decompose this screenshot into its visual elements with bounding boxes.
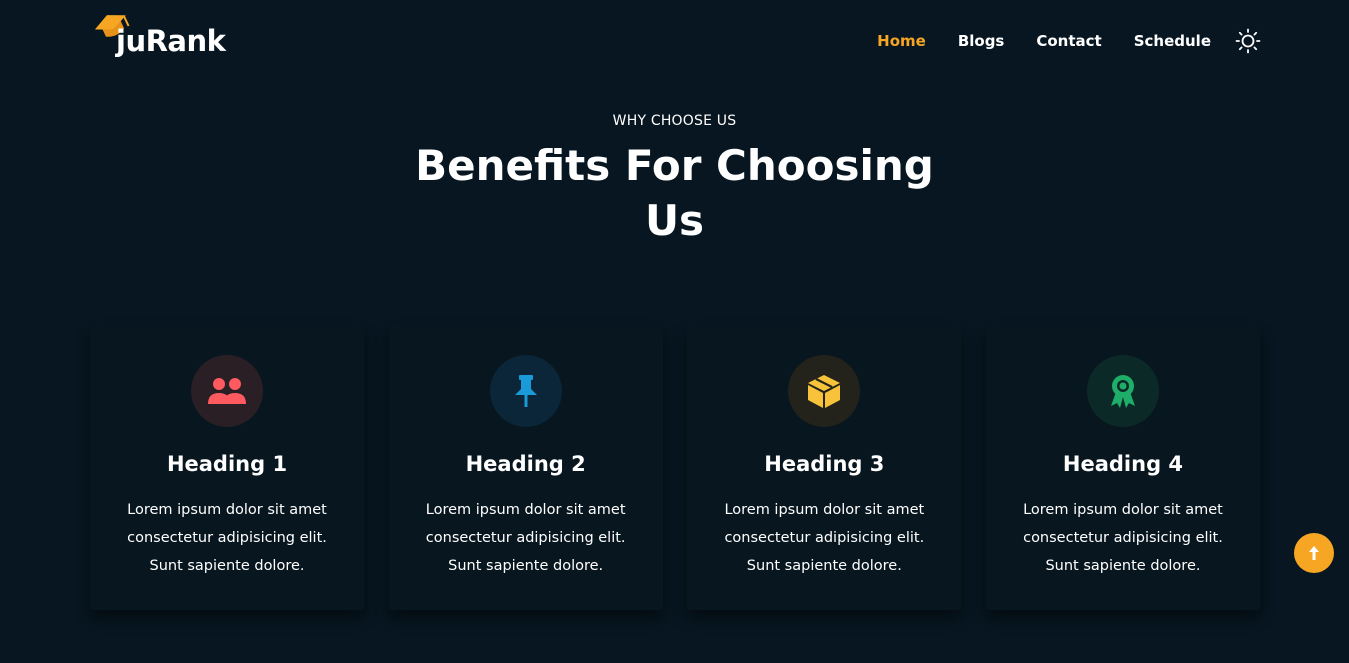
section-eyebrow: WHY CHOOSE US (612, 113, 737, 129)
icon-badge (489, 355, 562, 427)
card-heading: Heading 3 (764, 452, 885, 476)
benefit-card: Heading 1 Lorem ipsum dolor sit amet con… (90, 326, 364, 610)
brand-name: juRank (116, 24, 226, 58)
benefit-card: Heading 3 Lorem ipsum dolor sit amet con… (687, 326, 962, 610)
arrow-up-icon (1309, 546, 1319, 560)
nav-item-schedule[interactable]: Schedule (1134, 29, 1211, 53)
benefit-cards: Heading 1 Lorem ipsum dolor sit amet con… (90, 326, 1260, 610)
card-text: Lorem ipsum dolor sit amet consectetur a… (127, 502, 327, 574)
icon-badge (788, 355, 861, 427)
users-icon (208, 378, 246, 404)
benefit-card: Heading 4 Lorem ipsum dolor sit amet con… (985, 326, 1260, 610)
section-title: Benefits For Choosing Us (415, 141, 934, 245)
card-text: Lorem ipsum dolor sit amet consectetur a… (1023, 502, 1223, 574)
scroll-to-top-button[interactable] (1294, 533, 1334, 573)
card-heading: Heading 1 (166, 452, 288, 476)
award-icon (1110, 375, 1135, 408)
card-text: Lorem ipsum dolor sit amet consectetur a… (724, 502, 925, 574)
card-heading: Heading 4 (1062, 452, 1184, 476)
nav-item-contact[interactable]: Contact (1036, 29, 1101, 53)
icon-badge (191, 355, 263, 427)
card-heading: Heading 2 (465, 452, 586, 476)
box-icon (808, 375, 841, 408)
card-text: Lorem ipsum dolor sit amet consectetur a… (425, 502, 626, 574)
nav-item-home[interactable]: Home (877, 29, 926, 53)
main-nav: Home Blogs Contact Schedule (845, 28, 1261, 54)
brand-logo[interactable]: juRank (92, 6, 242, 62)
nav-item-blogs[interactable]: Blogs (958, 29, 1005, 53)
pushpin-icon (514, 375, 537, 407)
icon-badge (1086, 355, 1159, 427)
sun-icon[interactable] (1235, 28, 1261, 54)
benefit-card: Heading 2 Lorem ipsum dolor sit amet con… (388, 326, 663, 610)
